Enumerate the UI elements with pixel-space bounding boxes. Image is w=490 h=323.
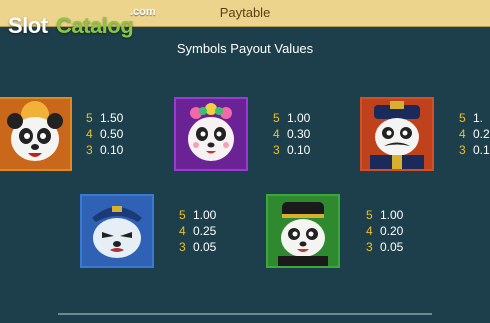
payout-row: 5 1.00	[179, 208, 217, 222]
payout-row: 4 0.25	[179, 224, 217, 238]
payout-row: 5 1.50	[86, 111, 124, 125]
payout-row: 4 0.50	[86, 127, 124, 141]
payout-row: 4 0.20	[366, 224, 404, 238]
payout-list-2: 5 1.00 4 0.30 3 0.10	[273, 110, 310, 158]
payout-row: 4 0.30	[273, 127, 311, 141]
panda-blue-hat-icon	[80, 194, 154, 268]
payout-row: 3 0.1	[459, 143, 490, 157]
logo-text-com: .com	[130, 6, 156, 18]
payout-list-3: 5 1. 4 0.2 3 0.1	[459, 110, 490, 158]
panda-green-hat-icon	[266, 194, 340, 268]
panda-red-official-icon	[360, 97, 434, 171]
logo-text-slot: Slot	[8, 13, 48, 38]
panda-purple-flower-icon	[174, 97, 248, 171]
payout-row: 5 1.00	[366, 208, 404, 222]
payout-row: 5 1.00	[273, 111, 311, 125]
payout-list-4: 5 1.00 4 0.25 3 0.05	[179, 207, 216, 255]
section-title: Symbols Payout Values	[176, 41, 314, 56]
payout-list-5: 5 1.00 4 0.20 3 0.05	[366, 207, 403, 255]
payout-row: 3 0.05	[179, 240, 217, 254]
payout-row: 3 0.10	[273, 143, 311, 157]
panda-orange-icon	[0, 97, 72, 171]
payout-row: 3 0.10	[86, 143, 124, 157]
scroll-indicator[interactable]	[58, 313, 432, 315]
payout-list-1: 5 1.50 4 0.50 3 0.10	[86, 110, 123, 158]
payout-row: 5 1.	[459, 111, 484, 125]
logo-text-catalog: Catalog	[56, 13, 134, 38]
payout-row: 3 0.05	[366, 240, 404, 254]
payout-row: 4 0.2	[459, 127, 490, 141]
